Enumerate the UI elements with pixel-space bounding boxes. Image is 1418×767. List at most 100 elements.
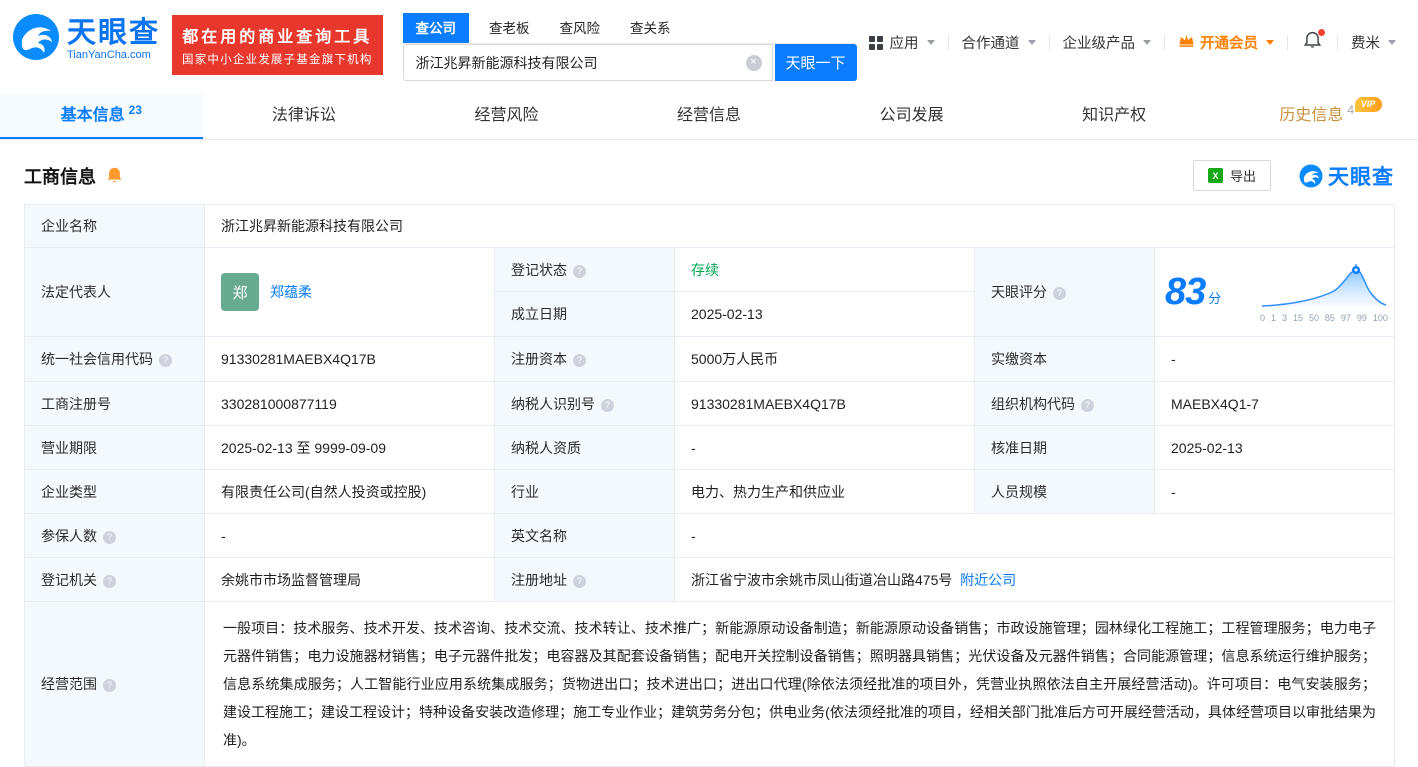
tab-history-info[interactable]: 历史信息 4 VIP bbox=[1215, 93, 1418, 139]
legal-rep-name-link[interactable]: 郑蕴柔 bbox=[270, 282, 312, 302]
field-label-reg-capital: 注册资本 bbox=[494, 336, 675, 382]
tianyancha-logo-icon bbox=[12, 13, 60, 66]
tab-operation-risk[interactable]: 经营风险 bbox=[405, 93, 608, 139]
divider bbox=[1287, 35, 1288, 50]
help-icon[interactable] bbox=[1081, 398, 1094, 412]
chevron-down-icon bbox=[1266, 40, 1274, 45]
score-unit: 分 bbox=[1208, 290, 1222, 306]
field-value-company-type: 有限责任公司(自然人投资或控股) bbox=[204, 469, 495, 514]
field-value-business-scope: 一般项目：技术服务、技术开发、技术咨询、技术交流、技术转让、技术推广；新能源原动… bbox=[204, 601, 1395, 767]
field-value-reg-number: 330281000877119 bbox=[204, 381, 495, 426]
slogan-line2: 国家中小企业发展子基金旗下机构 bbox=[182, 54, 373, 66]
tab-basic-info[interactable]: 基本信息 23 bbox=[0, 93, 203, 139]
nav-enterprise-products[interactable]: 企业级产品 bbox=[1063, 32, 1151, 53]
tab-basic-info-count: 23 bbox=[128, 103, 142, 117]
field-value-english-name: - bbox=[674, 513, 1395, 558]
help-icon[interactable] bbox=[1053, 287, 1066, 300]
nav-user-menu[interactable]: 费米 bbox=[1351, 32, 1396, 53]
tianyancha-watermark: 天眼查 bbox=[1299, 161, 1394, 191]
search-button[interactable]: 天眼一下 bbox=[774, 44, 857, 81]
business-registration-table: 企业名称 浙江兆昇新能源科技有限公司 法定代表人 郑 郑蕴柔 登记状态 存续 天… bbox=[24, 204, 1395, 767]
company-section-tabs: 基本信息 23 法律诉讼 经营风险 经营信息 公司发展 知识产权 历史信息 4 VI… bbox=[0, 93, 1418, 140]
divider bbox=[1337, 35, 1338, 50]
slogan-line1: 都在用的商业查询工具 bbox=[182, 29, 373, 46]
table-row: 法定代表人 郑 郑蕴柔 登记状态 存续 天眼评分 83 分 bbox=[24, 247, 1395, 337]
brand-slogan: 都在用的商业查询工具 国家中小企业发展子基金旗下机构 bbox=[172, 15, 383, 75]
export-button[interactable]: 导出 bbox=[1192, 160, 1271, 191]
nav-apps[interactable]: 应用 bbox=[868, 32, 935, 53]
field-value-reg-capital: 5000万人民币 bbox=[674, 336, 975, 382]
brand-name: 天眼查 bbox=[67, 16, 161, 49]
search-block: 查公司 查老板 查风险 查关系 天眼一下 bbox=[402, 13, 857, 81]
apps-grid-icon bbox=[868, 35, 883, 50]
notification-bell-icon[interactable] bbox=[1303, 29, 1325, 54]
search-tab-relation[interactable]: 查关系 bbox=[628, 13, 673, 43]
username: 费米 bbox=[1351, 36, 1380, 52]
help-icon[interactable] bbox=[601, 398, 614, 412]
field-value-establish-date: 2025-02-13 bbox=[674, 291, 975, 337]
help-icon[interactable] bbox=[103, 679, 116, 692]
field-value-approval-date: 2025-02-13 bbox=[1154, 425, 1395, 470]
nav-open-vip[interactable]: 开通会员 bbox=[1178, 32, 1274, 53]
field-value-staff-size: - bbox=[1154, 469, 1395, 514]
tianyancha-watermark-icon bbox=[1299, 164, 1323, 187]
help-icon[interactable] bbox=[103, 530, 116, 544]
nav-vip-label: 开通会员 bbox=[1200, 36, 1258, 52]
help-icon[interactable] bbox=[159, 354, 172, 367]
company-search-input[interactable] bbox=[403, 54, 734, 71]
field-value-reg-authority: 余姚市市场监督管理局 bbox=[204, 557, 495, 602]
clear-search-icon[interactable] bbox=[745, 54, 762, 71]
top-nav: 应用 合作通道 企业级产品 开通会员 费米 bbox=[868, 13, 1396, 54]
tab-business-info[interactable]: 经营信息 bbox=[608, 93, 811, 139]
field-label-reg-authority: 登记机关 bbox=[24, 557, 205, 602]
help-icon[interactable] bbox=[573, 264, 586, 278]
tab-company-development[interactable]: 公司发展 bbox=[810, 93, 1013, 139]
field-label-reg-status: 登记状态 bbox=[494, 247, 675, 292]
chevron-down-icon bbox=[1027, 40, 1036, 45]
field-value-org-code: MAEBX4Q1-7 bbox=[1154, 381, 1395, 426]
field-label-establish-date: 成立日期 bbox=[494, 291, 675, 337]
field-label-company-name: 企业名称 bbox=[24, 204, 205, 248]
search-tab-company[interactable]: 查公司 bbox=[402, 13, 470, 43]
help-icon[interactable] bbox=[573, 574, 586, 588]
field-label-industry: 行业 bbox=[494, 469, 675, 514]
field-value-paid-capital: - bbox=[1154, 336, 1395, 382]
table-row: 营业期限 2025-02-13 至 9999-09-09 纳税人资质 - 核准日… bbox=[24, 425, 1395, 470]
chevron-down-icon bbox=[1388, 40, 1396, 45]
field-label-business-scope: 经营范围 bbox=[24, 601, 205, 767]
field-label-insured-count: 参保人数 bbox=[24, 513, 205, 558]
field-label-company-type: 企业类型 bbox=[24, 469, 205, 514]
score-chart: 0 1 3 15 50 85 97 99 100 bbox=[1260, 262, 1388, 323]
table-row: 工商注册号 330281000877119 纳税人识别号 91330281MAE… bbox=[24, 381, 1395, 426]
tab-legal-litigation[interactable]: 法律诉讼 bbox=[203, 93, 406, 139]
divider bbox=[1048, 35, 1050, 50]
field-value-business-term: 2025-02-13 至 9999-09-09 bbox=[204, 425, 495, 470]
field-label-business-term: 营业期限 bbox=[24, 425, 205, 470]
field-value-industry: 电力、热力生产和供应业 bbox=[674, 469, 975, 514]
help-icon[interactable] bbox=[103, 574, 116, 588]
field-label-reg-address: 注册地址 bbox=[494, 557, 675, 602]
legal-rep-avatar[interactable]: 郑 bbox=[221, 273, 259, 311]
score-value: 83 bbox=[1165, 270, 1206, 313]
subscribe-bell-icon[interactable] bbox=[105, 166, 124, 185]
tianyancha-logo[interactable]: 天眼查 TianYanCha.com bbox=[12, 13, 160, 66]
nav-partner-label: 合作通道 bbox=[961, 36, 1020, 52]
field-value-company-name: 浙江兆昇新能源科技有限公司 bbox=[204, 204, 1395, 248]
nearby-companies-link[interactable]: 附近公司 bbox=[960, 572, 1016, 588]
search-tab-boss[interactable]: 查老板 bbox=[487, 13, 532, 43]
nav-apps-label: 应用 bbox=[889, 36, 919, 52]
section-title: 工商信息 bbox=[24, 166, 96, 187]
field-label-org-code: 组织机构代码 bbox=[974, 381, 1155, 426]
table-row: 登记机关 余姚市市场监督管理局 注册地址 浙江省宁波市余姚市凤山街道冶山路475… bbox=[24, 557, 1395, 602]
nav-partner-channel[interactable]: 合作通道 bbox=[962, 32, 1036, 53]
table-row: 企业名称 浙江兆昇新能源科技有限公司 bbox=[24, 204, 1395, 248]
divider bbox=[1164, 35, 1165, 50]
help-icon[interactable] bbox=[573, 354, 586, 367]
field-label-legal-rep: 法定代表人 bbox=[24, 247, 205, 337]
tab-company-development-label: 公司发展 bbox=[879, 107, 944, 124]
tab-intellectual-property[interactable]: 知识产权 bbox=[1013, 93, 1216, 139]
chevron-down-icon bbox=[926, 40, 935, 45]
search-tab-risk[interactable]: 查风险 bbox=[558, 13, 603, 43]
excel-icon bbox=[1207, 168, 1223, 183]
tab-operation-risk-label: 经营风险 bbox=[474, 107, 539, 124]
